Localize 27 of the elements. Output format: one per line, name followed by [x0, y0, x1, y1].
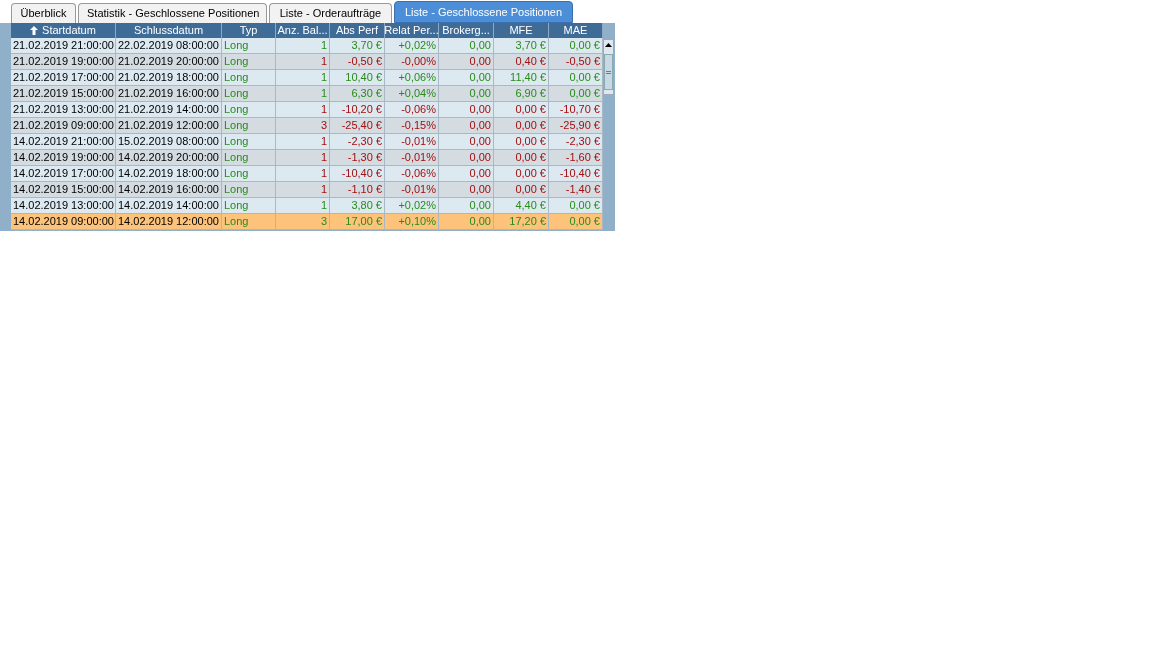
- table-row[interactable]: 21.02.2019 13:00:00 21.02.2019 14:00:00 Long 1 -10,20 € -0,06% 0,00 0,00 € -10,70 €: [11, 102, 603, 118]
- table-cell: 0,00 €: [549, 214, 603, 230]
- scroll-thumb[interactable]: [604, 54, 613, 90]
- table-row[interactable]: 21.02.2019 09:00:00 21.02.2019 12:00:00 Long 3 -25,40 € -0,15% 0,00 0,00 € -25,90 €: [11, 118, 603, 134]
- tab[interactable]: Liste - Orderaufträge: [269, 3, 392, 23]
- table-row[interactable]: 14.02.2019 09:00:00 14.02.2019 12:00:00 Long 3 17,00 € +0,10% 0,00 17,20 € 0,00 €: [11, 214, 603, 230]
- table-row[interactable]: 14.02.2019 19:00:00 14.02.2019 20:00:00 Long 1 -1,30 € -0,01% 0,00 0,00 € -1,60 €: [11, 150, 603, 166]
- table-row[interactable]: 14.02.2019 13:00:00 14.02.2019 14:00:00 Long 1 3,80 € +0,02% 0,00 4,40 € 0,00 €: [11, 198, 603, 214]
- tab[interactable]: Statistik - Geschlossene Positionen: [78, 3, 267, 23]
- table-row[interactable]: 21.02.2019 19:00:00 21.02.2019 20:00:00 Long 1 -0,50 € -0,00% 0,00 0,40 € -0,50 €: [11, 54, 603, 70]
- table-row[interactable]: 21.02.2019 17:00:00 21.02.2019 18:00:00 Long 1 10,40 € +0,06% 0,00 11,40 € 0,00 €: [11, 70, 603, 86]
- table-row[interactable]: 21.02.2019 21:00:00 22.02.2019 08:00:00 Long 1 3,70 € +0,02% 0,00 3,70 € 0,00 €: [11, 38, 603, 54]
- table-cell: Long: [222, 214, 276, 230]
- table-cell: 14.02.2019 09:00:00: [11, 214, 116, 230]
- table-row[interactable]: 14.02.2019 17:00:00 14.02.2019 18:00:00 Long 1 -10,40 € -0,06% 0,00 0,00 € -10,40 €: [11, 166, 603, 182]
- table-cell: 17,00 €: [330, 214, 385, 230]
- sort-up-icon: [30, 26, 39, 35]
- table-cell: 17,20 €: [494, 214, 549, 230]
- table-cell: +0,10%: [385, 214, 439, 230]
- table-row[interactable]: 14.02.2019 15:00:00 14.02.2019 16:00:00 Long 1 -1,10 € -0,01% 0,00 0,00 € -1,40 €: [11, 182, 603, 198]
- tab[interactable]: Überblick: [11, 3, 76, 23]
- table-row[interactable]: 14.02.2019 21:00:00 15.02.2019 08:00:00 Long 1 -2,30 € -0,01% 0,00 0,00 € -2,30 €: [11, 134, 603, 150]
- table-row[interactable]: 21.02.2019 15:00:00 21.02.2019 16:00:00 Long 1 6,30 € +0,04% 0,00 6,90 € 0,00 €: [11, 86, 603, 102]
- table-cell: 0,00: [439, 214, 494, 230]
- table-cell: 14.02.2019 12:00:00: [116, 214, 222, 230]
- table-cell: 3: [276, 214, 330, 230]
- scrollbar[interactable]: [603, 39, 614, 95]
